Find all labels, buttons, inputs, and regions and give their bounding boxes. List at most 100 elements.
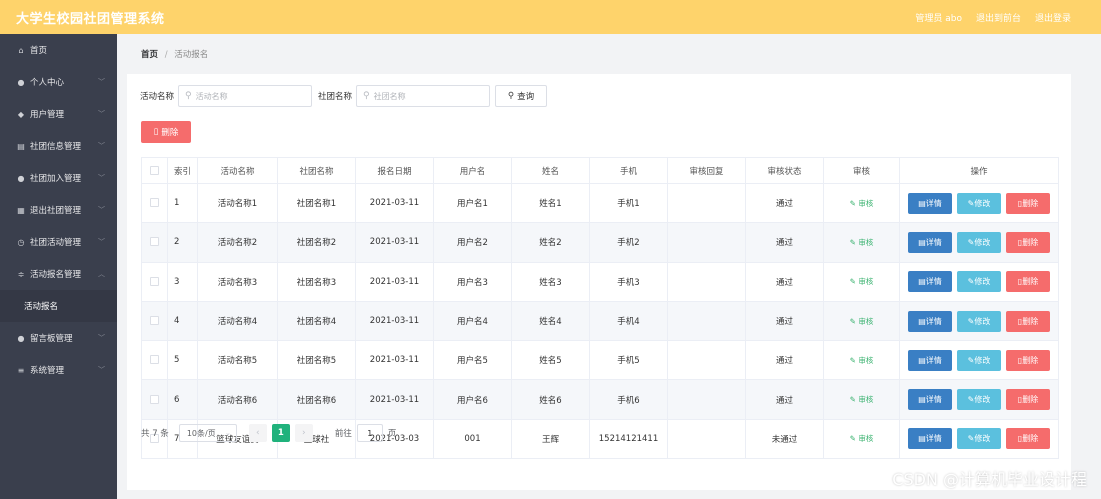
chevron-down-icon: ﹀ [98,238,105,246]
edit-button[interactable]: ✎ 修改 [957,428,1001,450]
sidebar-item[interactable]: ◆ 用户管理 ﹀ [0,98,117,130]
row-checkbox[interactable] [150,198,159,208]
audit-link[interactable]: ✎ 审核 [850,395,874,404]
sidebar-item[interactable]: ◷ 社团活动管理 ﹀ [0,226,117,258]
breadcrumb-home[interactable]: 首页 [141,50,158,60]
delete-button-label: 删除 [1022,277,1039,287]
delete-button[interactable]: ▯ 删除 [1006,349,1050,371]
delete-button[interactable]: ▯ 删除 [1006,192,1050,214]
next-page-button[interactable]: › [294,424,313,442]
admin-user-link[interactable]: 管理员 abo [915,11,962,24]
menu-icon: ≡ [17,365,25,375]
row-checkbox[interactable] [150,355,159,365]
detail-button[interactable]: ▤ 详情 [908,231,952,253]
cell-status: 通过 [745,182,824,224]
detail-button[interactable]: ▤ 详情 [908,428,952,450]
sidebar-item[interactable]: ≑ 活动报名管理 ︿ [0,258,117,290]
edit-button[interactable]: ✎ 修改 [957,231,1001,253]
audit-link-label: 审核 [858,277,874,287]
query-button[interactable]: ⚲ 查询 [495,85,548,107]
document-icon: ▤ [918,355,926,365]
page-size-value: 10条/页 [186,428,216,438]
cell-name: 姓名4 [511,300,590,342]
delete-button[interactable]: ▯ 删除 [1006,310,1050,332]
chevron-down-icon: ﹀ [98,78,105,86]
delete-button-label: 删除 [1022,434,1039,444]
row-checkbox[interactable] [150,276,159,286]
sidebar-item[interactable]: ⌂ 首页 [0,34,117,66]
cell-phone: 手机4 [589,300,668,342]
cell-club: 社团名称1 [277,182,356,224]
delete-button[interactable]: ▯ 删除 [1006,231,1050,253]
detail-button[interactable]: ▤ 详情 [908,389,952,411]
breadcrumb-current: 活动报名 [174,50,209,60]
sidebar-item[interactable]: ▤ 社团信息管理 ﹀ [0,130,117,162]
detail-button[interactable]: ▤ 详情 [908,271,952,293]
home-icon: ⌂ [18,45,24,55]
edit-button[interactable]: ✎ 修改 [957,192,1001,214]
audit-link[interactable]: ✎ 审核 [850,356,874,365]
prev-page-button[interactable]: ‹ [248,424,267,442]
detail-button[interactable]: ▤ 详情 [908,192,952,214]
sidebar-item[interactable]: ● 社团加入管理 ﹀ [0,162,117,194]
detail-button-label: 详情 [925,434,942,444]
page-size-select[interactable]: 10条/页 ⌄ [178,424,237,442]
cell-name: 姓名1 [511,182,590,224]
back-to-frontend-link[interactable]: 退出到前台 [976,11,1021,24]
audit-link[interactable]: ✎ 审核 [850,317,874,326]
sidebar-item[interactable]: ● 留言板管理 ﹀ [0,322,117,354]
edit-button[interactable]: ✎ 修改 [957,389,1001,411]
sidebar-item[interactable]: ▦ 退出社团管理 ﹀ [0,194,117,226]
row-index: 6 [167,379,198,420]
logout-link[interactable]: 退出登录 [1035,11,1071,24]
cell-phone: 手机2 [589,222,668,263]
goto-page-input[interactable]: 1 [356,424,383,442]
delete-button[interactable]: ▯ 删除 [1006,271,1050,293]
row-index: 5 [167,340,198,381]
batch-delete-button[interactable]: ▯ 删除 [141,121,191,143]
operations-cell: ▤ 详情 ✎ 修改 ▯ 删除 [899,340,1059,381]
table-row: 2 活动名称2 社团名称2 2021-03-11 用户名2 姓名2 手机2 通过 ✎ 审核 ▤ 详… [141,222,1059,263]
cell-club: 社团名称5 [277,340,356,381]
row-index: 3 [167,261,198,302]
row-checkbox[interactable] [150,316,159,326]
edit-button-label: 修改 [974,395,991,405]
sidebar-item[interactable]: ≡ 系统管理 ﹀ [0,354,117,386]
audit-cell: ✎ 审核 [823,182,900,224]
edit-button[interactable]: ✎ 修改 [957,310,1001,332]
table-row: 5 活动名称5 社团名称5 2021-03-11 用户名5 姓名5 手机5 通过 ✎ 审核 ▤ 详… [141,340,1059,381]
detail-button[interactable]: ▤ 详情 [908,349,952,371]
cell-status: 未通过 [745,418,824,460]
row-index: 1 [167,182,198,224]
delete-button-label: 删除 [1022,237,1039,247]
row-checkbox[interactable] [150,394,159,404]
column-header: 手机 [589,157,668,184]
detail-button[interactable]: ▤ 详情 [908,310,952,332]
audit-link[interactable]: ✎ 审核 [850,277,874,286]
select-all-checkbox[interactable] [150,165,159,175]
audit-link[interactable]: ✎ 审核 [850,238,874,247]
sidebar-item[interactable]: ● 个人中心 ﹀ [0,66,117,98]
breadcrumb-separator: / [164,50,168,60]
location-icon: ◆ [17,109,25,119]
delete-button[interactable]: ▯ 删除 [1006,428,1050,450]
row-checkbox[interactable] [150,237,159,247]
sidebar-subitem[interactable]: 活动报名 [0,290,117,322]
delete-button[interactable]: ▯ 删除 [1006,389,1050,411]
audit-link[interactable]: ✎ 审核 [850,199,874,208]
cell-reply [667,418,746,460]
club-name-input[interactable]: ⚲ 社团名称 [356,85,491,107]
document-icon: ▤ [918,395,926,405]
edit-button-label: 修改 [974,237,991,247]
edit-button[interactable]: ✎ 修改 [957,349,1001,371]
activity-name-input[interactable]: ⚲ 活动名称 [178,85,313,107]
page-number-current[interactable]: 1 [271,424,290,442]
edit-icon: ✎ [967,277,975,287]
edit-button[interactable]: ✎ 修改 [957,271,1001,293]
search-row: 活动名称 ⚲ 活动名称 社团名称 ⚲ 社团名称 ⚲ 查询 [140,85,548,107]
audit-link[interactable]: ✎ 审核 [850,434,874,443]
club-name-label: 社团名称 [318,92,353,102]
cell-date: 2021-03-11 [355,182,434,224]
breadcrumb: 首页 / 活动报名 [141,48,208,60]
audit-link-label: 审核 [858,355,874,365]
